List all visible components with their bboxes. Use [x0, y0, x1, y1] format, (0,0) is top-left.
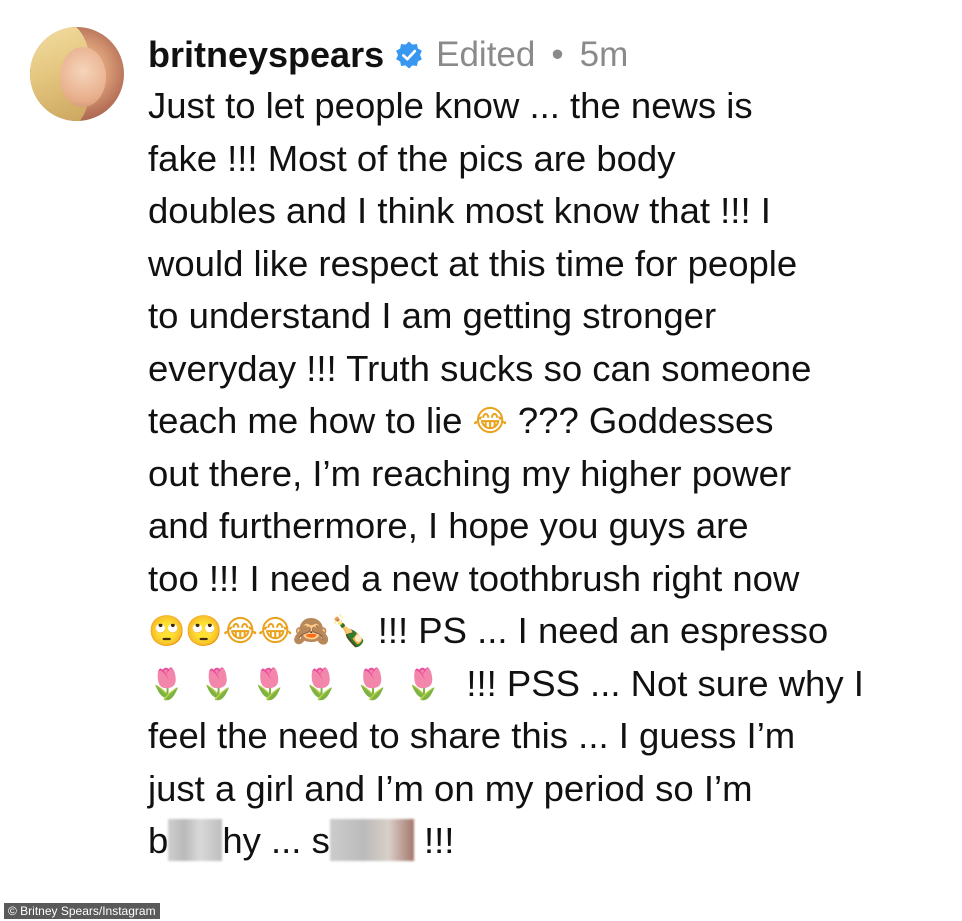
laughing-crying-emoji-icon: 😂: [257, 614, 293, 649]
caption-line: would like respect at this time for peop…: [148, 242, 798, 284]
caption-text: b: [148, 820, 169, 861]
meta-separator: •: [551, 35, 564, 74]
caption-line: Just to let people know ... the news is: [148, 85, 753, 126]
caption-text: !!!: [423, 820, 455, 861]
caption-text: ??? Goddesses: [517, 400, 774, 441]
caption-line: too !!! I need a new toothbrush right no…: [148, 557, 800, 599]
caption-text: teach me how to lie: [148, 400, 463, 441]
tulip-emoji-icon: 🌷: [404, 666, 443, 702]
censor-blur: [168, 819, 223, 861]
eye-roll-emoji-icon: 🙄: [148, 614, 186, 649]
champagne-bottle-emoji-icon: 🍾: [330, 614, 368, 649]
caption-text: !!! PS ... I need an espresso: [377, 610, 829, 651]
caption-line: doubles and I think most know that !!! I: [148, 190, 771, 231]
caption-line: 🌷 🌷 🌷 🌷 🌷 🌷 !!! PSS ... Not sure why I: [148, 658, 948, 711]
caption-line: fake !!! Most of the pics are body: [148, 137, 676, 179]
tulip-emoji-icon: 🌷: [302, 666, 340, 702]
laughing-crying-emoji-icon: 😂: [222, 614, 258, 649]
instagram-comment: britneyspears Edited • 5m Just to let pe…: [0, 0, 962, 899]
caption-line: everyday !!! Truth sucks so can someone: [148, 347, 812, 389]
caption-line: out there, I’m reaching my higher power: [148, 452, 792, 494]
photo-credit: © Britney Spears/Instagram: [4, 903, 160, 919]
caption-line: b hy ... s !!!: [148, 815, 948, 868]
caption-line: just a girl and I’m on my period so I’m: [148, 767, 753, 809]
caption-text: !!! PSS ... Not sure why I: [466, 662, 864, 704]
see-no-evil-monkey-emoji-icon: 🙈: [292, 614, 331, 649]
tulip-emoji-icon: 🌷: [353, 666, 391, 702]
laughing-crying-emoji-icon: 😂: [472, 404, 508, 439]
caption-line: feel the need to share this ... I guess …: [148, 715, 796, 756]
censor-blur: [329, 819, 414, 861]
eye-roll-emoji-icon: 🙄: [185, 614, 223, 649]
comment-text: Just to let people know ... the news is …: [148, 80, 948, 868]
caption-line: 🙄🙄😂😂🙈🍾 !!! PS ... I need an espresso: [148, 605, 948, 658]
tulip-emoji-icon: 🌷: [148, 666, 186, 702]
profile-avatar[interactable]: [30, 27, 124, 121]
caption-text: hy ... s: [222, 820, 330, 861]
caption-line: and furthermore, I hope you guys are: [148, 505, 749, 546]
comment-header: britneyspears Edited • 5m: [148, 30, 628, 80]
timestamp: 5m: [579, 35, 629, 74]
verified-badge-icon: [396, 41, 423, 69]
caption-line: to understand I am getting stronger: [148, 295, 717, 336]
caption-line: teach me how to lie 😂 ??? Goddesses: [148, 395, 948, 448]
edited-label: Edited: [436, 35, 536, 74]
tulip-emoji-icon: 🌷: [199, 666, 237, 702]
username-link[interactable]: britneyspears: [148, 34, 384, 76]
avatar-face: [60, 47, 106, 107]
tulip-emoji-icon: 🌷: [250, 666, 289, 702]
